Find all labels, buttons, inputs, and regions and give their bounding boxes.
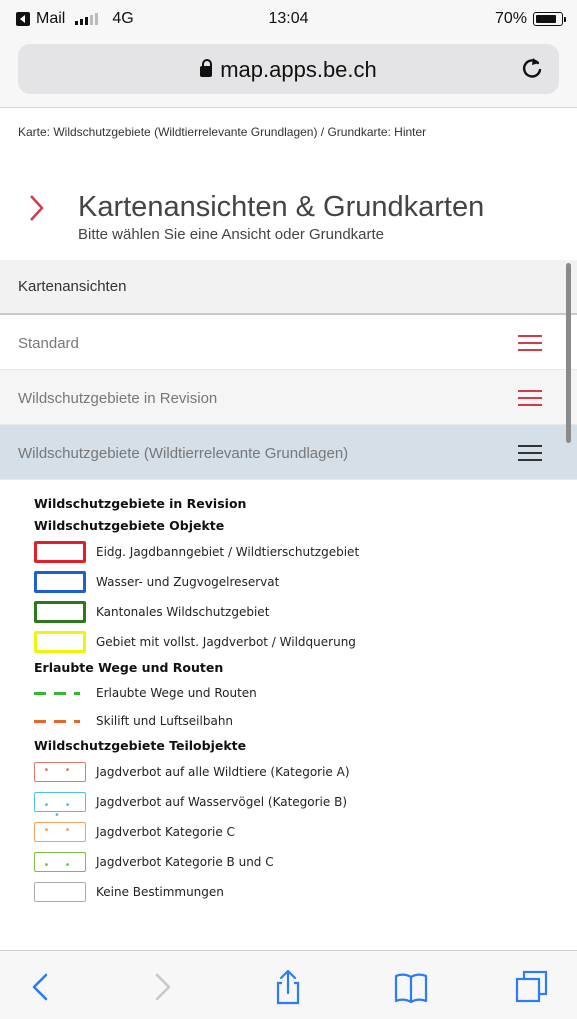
legend-label: Jagdverbot auf alle Wildtiere (Kategorie… (96, 765, 350, 779)
legend-swatch: • • (34, 852, 86, 872)
status-bar: Mail 4G 13:04 70% (0, 0, 577, 38)
legend-swatch: • • (34, 762, 86, 782)
battery-percent: 70% (494, 10, 527, 27)
view-item-label: Wildschutzgebiete (Wildtierrelevante Gru… (18, 445, 349, 462)
legend-label: Keine Bestimmungen (96, 885, 224, 899)
bookmarks-icon[interactable] (393, 969, 429, 1005)
page-title: Kartenansichten & Grundkarten (78, 191, 485, 223)
legend-title: Wildschutzgebiete in Revision (34, 496, 247, 511)
breadcrumb: Karte: Wildschutzgebiete (Wildtierreleva… (18, 125, 427, 139)
lock-icon (200, 59, 213, 77)
browser-address-area: map.apps.be.ch (0, 38, 577, 108)
legend-swatch: • • (34, 822, 86, 842)
scrollbar[interactable] (566, 263, 571, 443)
view-item-revision[interactable]: Wildschutzgebiete in Revision (0, 370, 577, 425)
reload-icon[interactable] (519, 55, 545, 81)
legend-label: Skilift und Luftseilbahn (96, 714, 234, 728)
menu-icon[interactable] (518, 335, 542, 351)
legend-section-objects: Wildschutzgebiete Objekte (34, 518, 225, 533)
legend-item: • • • Jagdverbot auf Wasservögel (Katego… (34, 787, 554, 821)
legend-label: Wasser- und Zugvogelreservat (96, 575, 280, 589)
page-subtitle: Bitte wählen Sie eine Ansicht oder Grund… (78, 226, 385, 243)
legend-label: Gebiet mit vollst. Jagdverbot / Wildquer… (96, 635, 356, 649)
panel-header: Kartenansichten (0, 260, 577, 315)
legend-label: Kantonales Wildschutzgebiet (96, 605, 270, 619)
battery-icon (533, 12, 566, 26)
legend-item: Erlaubte Wege und Routen (34, 679, 554, 707)
legend-item: • • Jagdverbot Kategorie B und C (34, 847, 554, 877)
view-item-selected[interactable]: Wildschutzgebiete (Wildtierrelevante Gru… (0, 425, 577, 480)
legend-swatch (34, 571, 86, 593)
legend-label: Erlaubte Wege und Routen (96, 686, 257, 700)
legend-line-symbol (34, 682, 86, 704)
legend-swatch (34, 541, 86, 563)
legend-item: Gebiet mit vollst. Jagdverbot / Wildquer… (34, 627, 554, 657)
legend-item: Wasser- und Zugvogelreservat (34, 567, 554, 597)
back-icon[interactable] (24, 969, 60, 1005)
chevron-right-icon[interactable] (28, 193, 46, 223)
view-item-standard[interactable]: Standard (0, 315, 577, 370)
url-text: map.apps.be.ch (220, 57, 377, 82)
legend-swatch (34, 631, 86, 653)
view-item-label: Wildschutzgebiete in Revision (18, 390, 218, 407)
menu-icon[interactable] (518, 390, 542, 406)
legend-section-parts: Wildschutzgebiete Teilobjekte (34, 738, 247, 753)
legend-item: • • Jagdverbot auf alle Wildtiere (Kateg… (34, 757, 554, 787)
legend-label: Jagdverbot Kategorie C (96, 825, 235, 839)
menu-icon[interactable] (518, 445, 542, 461)
legend-swatch (34, 601, 86, 623)
legend-item: Eidg. Jagdbanngebiet / Wildtierschutzgeb… (34, 537, 554, 567)
legend-label: Eidg. Jagdbanngebiet / Wildtierschutzgeb… (96, 545, 360, 559)
view-item-label: Standard (18, 335, 79, 352)
legend-item: • • Jagdverbot Kategorie C (34, 817, 554, 847)
address-bar[interactable]: map.apps.be.ch (18, 44, 559, 94)
tabs-icon[interactable] (514, 969, 550, 1005)
legend-label: Jagdverbot Kategorie B und C (96, 855, 274, 869)
legend-swatch (34, 882, 86, 902)
legend-label: Jagdverbot auf Wasservögel (Kategorie B) (96, 795, 348, 809)
clock: 13:04 (268, 10, 309, 27)
url-display[interactable]: map.apps.be.ch (18, 57, 559, 83)
forward-icon[interactable] (143, 969, 179, 1005)
browser-toolbar (0, 950, 577, 1019)
legend-section-routes: Erlaubte Wege und Routen (34, 660, 224, 675)
share-icon[interactable] (270, 969, 306, 1005)
map-views-panel: Kartenansichten Standard Wildschutzgebie… (0, 260, 577, 480)
legend-swatch: • • • (34, 792, 86, 821)
legend-item: Keine Bestimmungen (34, 877, 554, 907)
legend-item: Kantonales Wildschutzgebiet (34, 597, 554, 627)
legend-line-symbol (34, 710, 86, 732)
legend: Wildschutzgebiete in Revision Wildschutz… (34, 493, 554, 907)
status-right: 70% (494, 10, 566, 28)
legend-item: Skilift und Luftseilbahn (34, 707, 554, 735)
